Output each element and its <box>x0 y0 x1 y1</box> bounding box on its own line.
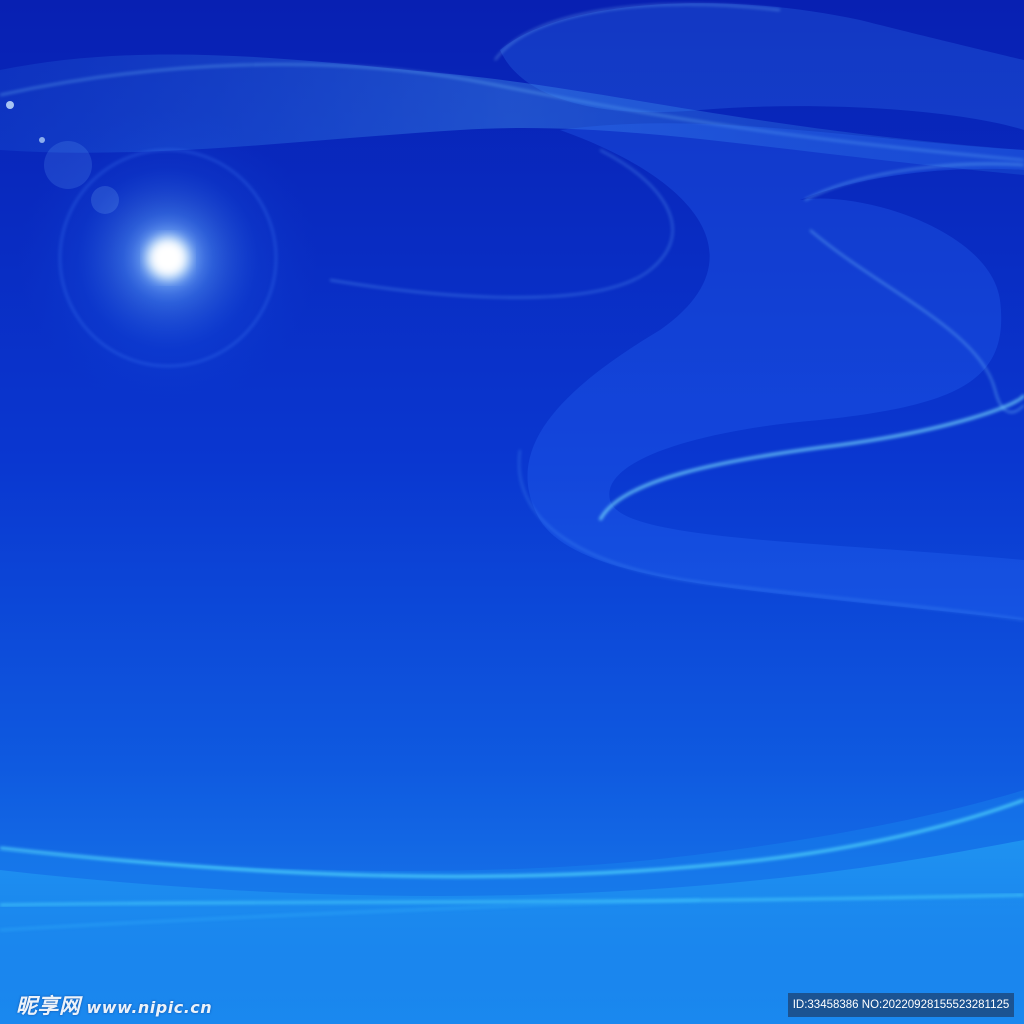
watermark-id-badge: ID:33458386 NO:20220928155523281125 <box>788 993 1014 1017</box>
lens-flare-spot-4 <box>39 137 45 143</box>
lens-flare-spot-3 <box>6 101 14 109</box>
abstract-blue-wave-artwork <box>0 0 1024 1024</box>
watermark-site-url: www.nipic.cn <box>86 998 213 1017</box>
background-image: 昵享网 www.nipic.cn ID:33458386 NO:202209281… <box>0 0 1024 1024</box>
watermark-logo-text: 昵享网 <box>16 994 81 1018</box>
lens-flare-spot-2 <box>91 186 119 214</box>
lens-flare-spot-1 <box>44 141 92 189</box>
watermark-logo: 昵享网 www.nipic.cn <box>16 990 212 1022</box>
sun-core <box>148 238 188 278</box>
